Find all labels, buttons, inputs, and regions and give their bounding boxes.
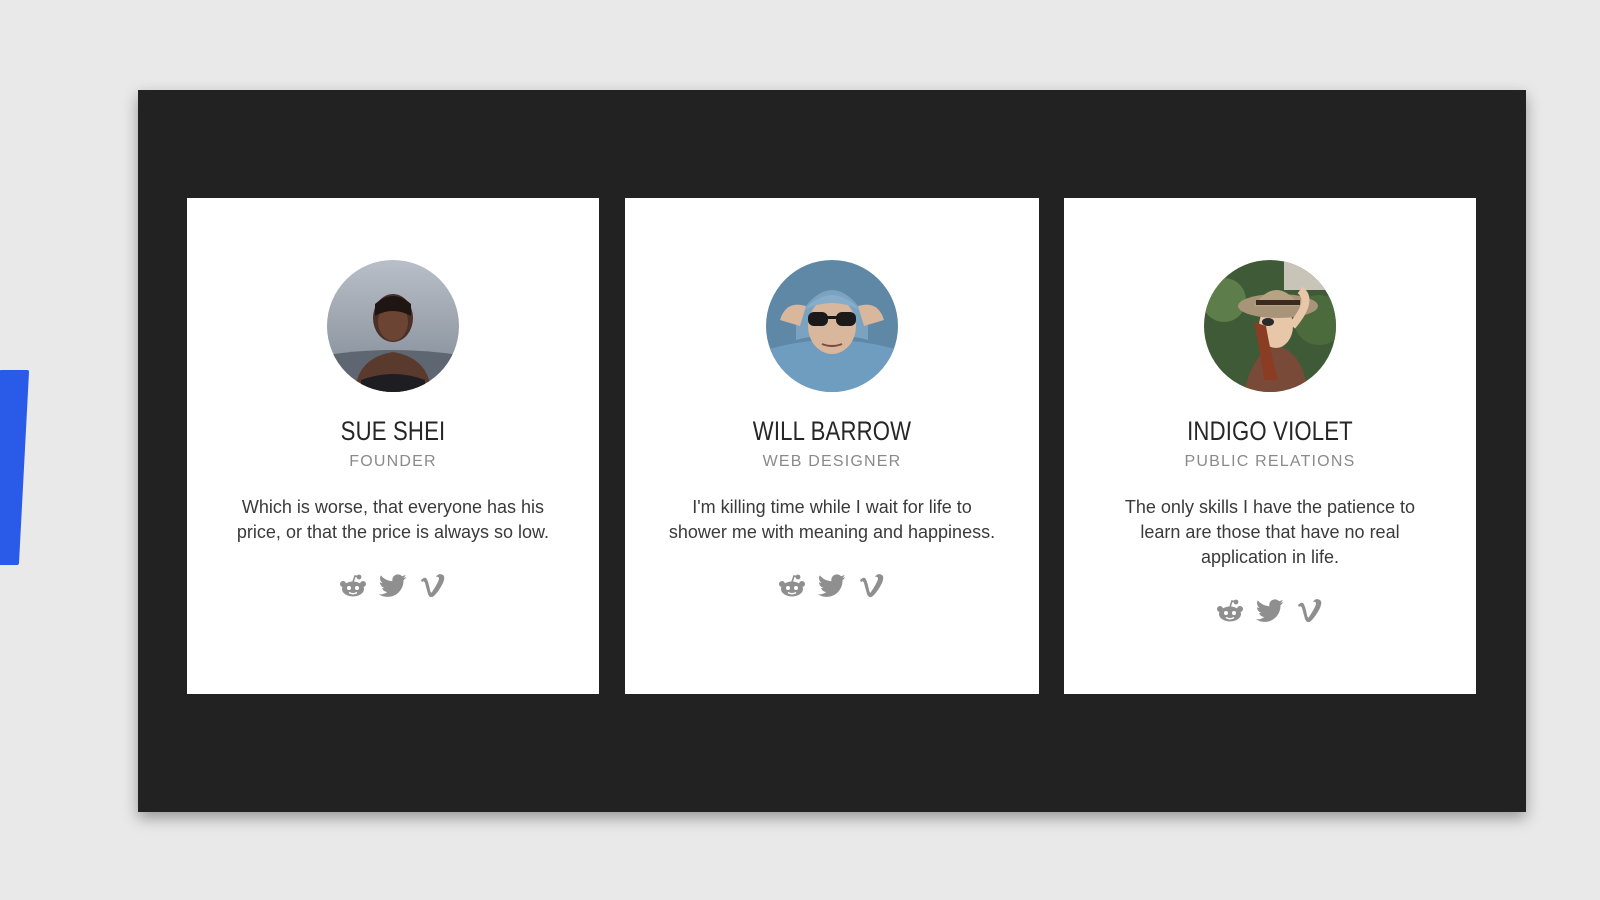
- member-role: WEB DESIGNER: [762, 453, 902, 470]
- reddit-icon[interactable]: [338, 571, 368, 601]
- social-links: [625, 571, 1039, 601]
- side-accent-shape: [0, 370, 30, 565]
- member-role: FOUNDER: [349, 453, 437, 470]
- avatar: [1204, 260, 1336, 392]
- member-name: SUE SHEI: [340, 416, 446, 446]
- team-card: SUE SHEI FOUNDER Which is worse, that ev…: [187, 198, 599, 694]
- vimeo-icon[interactable]: [857, 571, 887, 601]
- avatar: [327, 260, 459, 392]
- team-card: INDIGO VIOLET PUBLIC RELATIONS The only …: [1064, 198, 1476, 694]
- twitter-icon[interactable]: [817, 571, 847, 601]
- member-quote: I'm killing time while I wait for life t…: [668, 497, 996, 542]
- team-section: SUE SHEI FOUNDER Which is worse, that ev…: [138, 90, 1526, 812]
- vimeo-icon[interactable]: [418, 571, 448, 601]
- social-links: [1064, 596, 1476, 626]
- avatar: [766, 260, 898, 392]
- reddit-icon[interactable]: [1215, 596, 1245, 626]
- member-name: WILL BARROW: [752, 416, 912, 446]
- social-links: [187, 571, 599, 601]
- member-role: PUBLIC RELATIONS: [1184, 453, 1356, 470]
- twitter-icon[interactable]: [378, 571, 408, 601]
- team-card: WILL BARROW WEB DESIGNER I'm killing tim…: [625, 198, 1039, 694]
- reddit-icon[interactable]: [777, 571, 807, 601]
- member-quote: Which is worse, that everyone has his pr…: [236, 497, 550, 542]
- vimeo-icon[interactable]: [1295, 596, 1325, 626]
- member-quote: The only skills I have the patience to l…: [1124, 497, 1416, 567]
- member-name: INDIGO VIOLET: [1187, 416, 1353, 446]
- twitter-icon[interactable]: [1255, 596, 1285, 626]
